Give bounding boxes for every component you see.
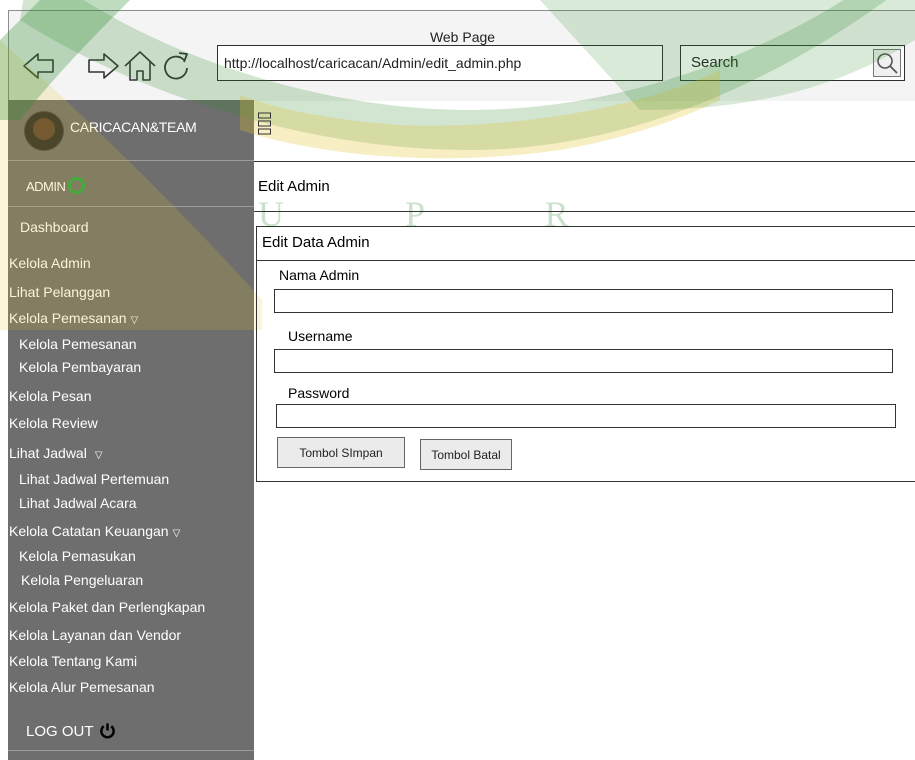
- sidebar-brand[interactable]: CARICACAN&TEAM: [8, 100, 254, 160]
- sidebar-subitem-kelola-pembayaran[interactable]: Kelola Pembayaran: [19, 359, 141, 375]
- sidebar-divider: [8, 206, 254, 207]
- header-divider: [254, 161, 915, 162]
- window-title: Web Page: [429, 29, 496, 45]
- home-icon[interactable]: [122, 48, 158, 84]
- field-label-nama-admin: Nama Admin: [279, 267, 360, 283]
- sidebar-subitem-kelola-pemesanan[interactable]: Kelola Pemesanan: [19, 336, 137, 352]
- sidebar-divider: [8, 750, 254, 751]
- chevron-down-icon: ▽: [94, 450, 103, 461]
- sidebar-item-catatan-keuangan[interactable]: Kelola Catatan Keuangan ▽: [9, 523, 180, 539]
- section-divider: [254, 211, 915, 212]
- sidebar-subitem-pemasukan[interactable]: Kelola Pemasukan: [19, 548, 136, 564]
- sidebar-item-layanan-vendor[interactable]: Kelola Layanan dan Vendor: [9, 627, 181, 643]
- field-label-password: Password: [288, 385, 350, 401]
- refresh-icon[interactable]: [158, 48, 194, 84]
- nama-admin-input[interactable]: [274, 289, 893, 313]
- sidebar: CARICACAN&TEAM ADMIN Dashboard Kelola Ad…: [8, 100, 254, 760]
- sidebar-item-label: Kelola Catatan Keuangan: [9, 523, 169, 539]
- sidebar-subitem-jadwal-acara[interactable]: Lihat Jadwal Acara: [19, 495, 137, 511]
- sidebar-item-label: Lihat Jadwal: [9, 445, 87, 461]
- brand-logo: [24, 111, 64, 151]
- sidebar-item-label: Kelola Pemesanan: [9, 310, 127, 326]
- card-border-left: [256, 226, 257, 482]
- sidebar-subitem-jadwal-pertemuan[interactable]: Lihat Jadwal Pertemuan: [19, 471, 169, 487]
- card-header-border: [256, 260, 915, 261]
- logout-button[interactable]: LOG OUT: [26, 722, 116, 740]
- sidebar-item-alur-pemesanan[interactable]: Kelola Alur Pemesanan: [9, 679, 155, 695]
- sidebar-subitem-pengeluaran[interactable]: Kelola Pengeluaran: [21, 572, 143, 588]
- forward-arrow-icon[interactable]: [85, 48, 121, 84]
- sidebar-item-lihat-jadwal[interactable]: Lihat Jadwal ▽: [9, 445, 103, 461]
- online-status-icon: [68, 177, 86, 194]
- brand-name: CARICACAN&TEAM: [70, 119, 197, 135]
- search-input[interactable]: Search: [680, 45, 905, 81]
- hamburger-menu-icon[interactable]: [258, 112, 272, 136]
- card-border-top: [256, 226, 915, 227]
- chevron-down-icon: ▽: [172, 528, 181, 539]
- page-title: Edit Admin: [258, 178, 330, 195]
- search-label: Search: [691, 54, 739, 71]
- save-button[interactable]: Tombol SImpan: [277, 437, 405, 468]
- sidebar-item-kelola-admin[interactable]: Kelola Admin: [9, 255, 91, 271]
- logout-label: LOG OUT: [26, 723, 94, 740]
- sidebar-item-paket-perlengkapan[interactable]: Kelola Paket dan Perlengkapan: [9, 599, 205, 615]
- card-title: Edit Data Admin: [262, 234, 370, 251]
- sidebar-item-kelola-pemesanan[interactable]: Kelola Pemesanan ▽: [9, 310, 138, 326]
- card-border-bottom: [256, 481, 915, 482]
- back-arrow-icon[interactable]: [21, 48, 57, 84]
- password-input[interactable]: [276, 404, 896, 428]
- cancel-button[interactable]: Tombol Batal: [420, 439, 512, 470]
- sidebar-item-kelola-review[interactable]: Kelola Review: [9, 415, 98, 431]
- sidebar-item-kelola-pesan[interactable]: Kelola Pesan: [9, 388, 92, 404]
- field-label-username: Username: [288, 328, 353, 344]
- username-input[interactable]: [274, 349, 893, 373]
- watermark-letters: U P R: [258, 194, 625, 234]
- user-role: ADMIN: [26, 177, 86, 194]
- search-icon[interactable]: [873, 49, 901, 77]
- sidebar-item-lihat-pelanggan[interactable]: Lihat Pelanggan: [9, 284, 110, 300]
- address-bar[interactable]: http://localhost/caricacan/Admin/edit_ad…: [217, 45, 663, 81]
- chevron-down-icon: ▽: [130, 315, 139, 326]
- sidebar-item-dashboard[interactable]: Dashboard: [20, 219, 89, 235]
- sidebar-divider: [8, 160, 254, 161]
- power-icon: [100, 723, 116, 739]
- user-role-label: ADMIN: [26, 179, 66, 194]
- sidebar-item-tentang-kami[interactable]: Kelola Tentang Kami: [9, 653, 137, 669]
